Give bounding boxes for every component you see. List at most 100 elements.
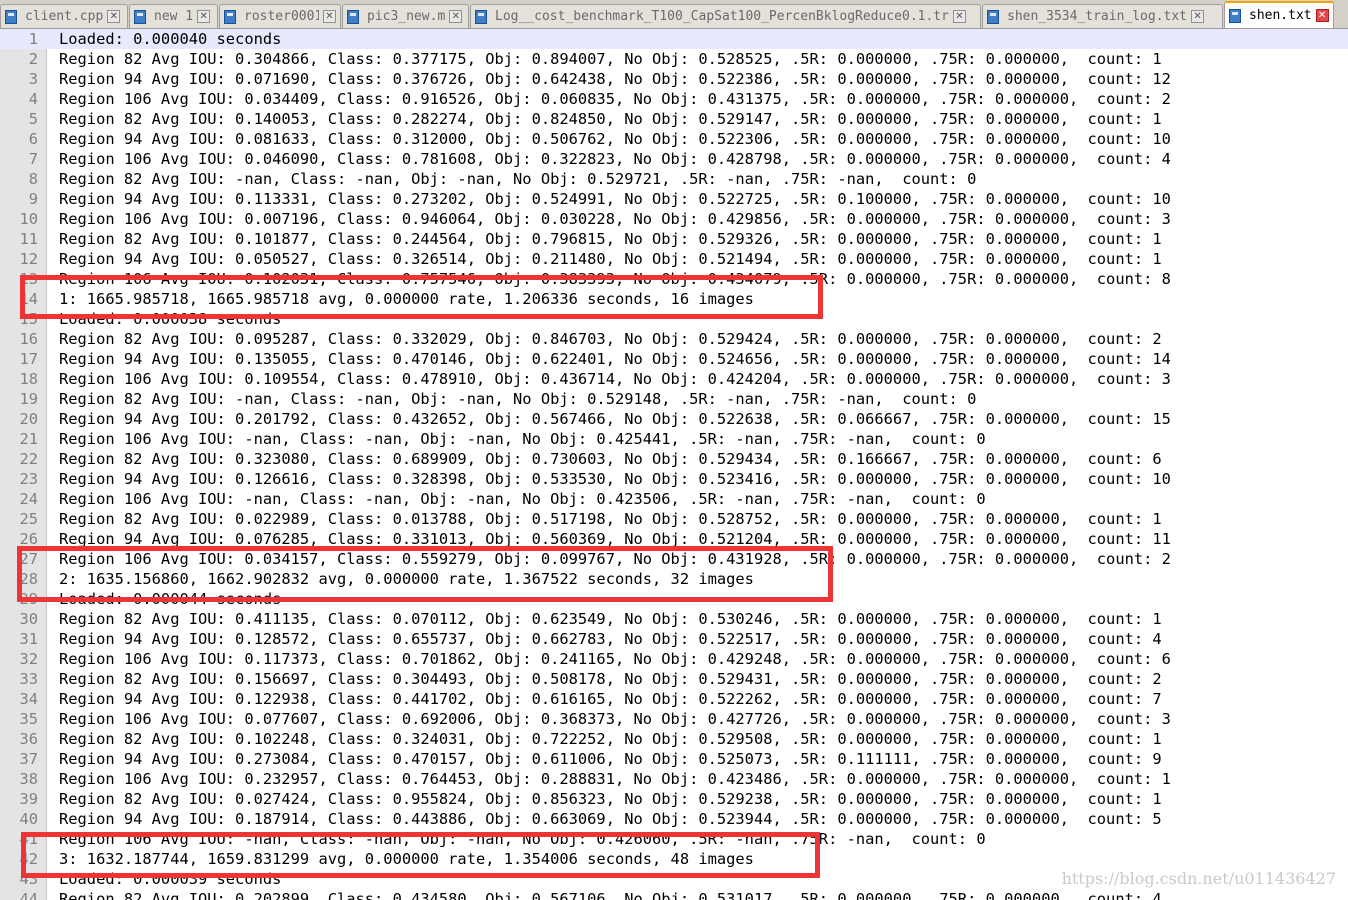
editor-line[interactable]: 39 Region 82 Avg IOU: 0.027424, Class: 0.… [0, 789, 1348, 809]
editor-line[interactable]: 12 Region 94 Avg IOU: 0.050527, Class: 0.… [0, 249, 1348, 269]
tab-5[interactable]: Log__cost_benchmark_T100_CapSat100_Perce… [470, 4, 981, 28]
editor-line[interactable]: 28 2: 1635.156860, 1662.902832 avg, 0.000… [0, 569, 1348, 589]
editor-line[interactable]: 32 Region 106 Avg IOU: 0.117373, Class: 0… [0, 649, 1348, 669]
editor-line[interactable]: 44 Region 82 Avg IOU: 0.202899, Class: 0.… [0, 889, 1348, 900]
close-tab-icon[interactable]: ✕ [107, 10, 121, 23]
line-text: Loaded: 0.000044 seconds [59, 590, 282, 608]
line-number: 31 [19, 630, 38, 648]
editor-line[interactable]: 40 Region 94 Avg IOU: 0.187914, Class: 0.… [0, 809, 1348, 829]
editor-line[interactable]: 21 Region 106 Avg IOU: -nan, Class: -nan,… [0, 429, 1348, 449]
editor-line[interactable]: 20 Region 94 Avg IOU: 0.201792, Class: 0.… [0, 409, 1348, 429]
file-save-icon [134, 9, 146, 24]
editor-line[interactable]: 6 Region 94 Avg IOU: 0.081633, Class: 0.3… [0, 129, 1348, 149]
tab-label: roster0001 [244, 9, 319, 24]
close-tab-icon[interactable]: ✕ [1191, 10, 1205, 23]
close-tab-icon[interactable]: ✕ [197, 10, 211, 23]
editor-line[interactable]: 37 Region 94 Avg IOU: 0.273084, Class: 0.… [0, 749, 1348, 769]
editor-line[interactable]: 9 Region 94 Avg IOU: 0.113331, Class: 0.2… [0, 189, 1348, 209]
line-number: 25 [19, 510, 38, 528]
line-text: Region 106 Avg IOU: 0.102031, Class: 0.7… [59, 270, 1171, 288]
line-text: Region 94 Avg IOU: 0.076285, Class: 0.33… [59, 530, 1171, 548]
line-text: Region 94 Avg IOU: 0.187914, Class: 0.44… [59, 810, 1162, 828]
editor-line[interactable]: 7 Region 106 Avg IOU: 0.046090, Class: 0.… [0, 149, 1348, 169]
line-number: 29 [19, 590, 38, 608]
editor-line[interactable]: 42 3: 1632.187744, 1659.831299 avg, 0.000… [0, 849, 1348, 869]
editor-line[interactable]: 27 Region 106 Avg IOU: 0.034157, Class: 0… [0, 549, 1348, 569]
line-number: 12 [19, 250, 38, 268]
editor-line[interactable]: 41 Region 106 Avg IOU: -nan, Class: -nan,… [0, 829, 1348, 849]
editor-line[interactable]: 11 Region 82 Avg IOU: 0.101877, Class: 0.… [0, 229, 1348, 249]
line-number: 28 [19, 570, 38, 588]
editor-line[interactable]: 36 Region 82 Avg IOU: 0.102248, Class: 0.… [0, 729, 1348, 749]
editor-line[interactable]: 1 Loaded: 0.000040 seconds [0, 29, 1348, 49]
line-text: Region 82 Avg IOU: -nan, Class: -nan, Ob… [59, 170, 977, 188]
editor-line[interactable]: 19 Region 82 Avg IOU: -nan, Class: -nan, … [0, 389, 1348, 409]
line-text: Region 106 Avg IOU: 0.046090, Class: 0.7… [59, 150, 1171, 168]
line-text: Region 106 Avg IOU: -nan, Class: -nan, O… [59, 490, 986, 508]
editor-line[interactable]: 3 Region 94 Avg IOU: 0.071690, Class: 0.3… [0, 69, 1348, 89]
tab-3[interactable]: roster0001 ✕ [219, 4, 341, 28]
text-editor[interactable]: 1 Loaded: 0.000040 seconds 2 Region 82 Avg … [0, 29, 1348, 900]
tab-bar: client.cpp ✕ new 1 ✕ roster0001 ✕ pic3_new.m ✕ L… [0, 0, 1348, 29]
line-number: 27 [19, 550, 38, 568]
tab-1[interactable]: client.cpp ✕ [0, 4, 128, 28]
line-text: 2: 1635.156860, 1662.902832 avg, 0.00000… [59, 570, 754, 588]
editor-line[interactable]: 22 Region 82 Avg IOU: 0.323080, Class: 0.… [0, 449, 1348, 469]
editor-line[interactable]: 14 1: 1665.985718, 1665.985718 avg, 0.000… [0, 289, 1348, 309]
editor-line[interactable]: 35 Region 106 Avg IOU: 0.077607, Class: 0… [0, 709, 1348, 729]
editor-line[interactable]: 5 Region 82 Avg IOU: 0.140053, Class: 0.2… [0, 109, 1348, 129]
file-save-icon [224, 9, 236, 24]
editor-line[interactable]: 34 Region 94 Avg IOU: 0.122938, Class: 0.… [0, 689, 1348, 709]
editor-line[interactable]: 13 Region 106 Avg IOU: 0.102031, Class: 0… [0, 269, 1348, 289]
line-number: 1 [28, 30, 38, 48]
line-text: Region 106 Avg IOU: -nan, Class: -nan, O… [59, 430, 986, 448]
editor-line[interactable]: 18 Region 106 Avg IOU: 0.109554, Class: 0… [0, 369, 1348, 389]
line-number: 41 [19, 830, 38, 848]
line-number: 36 [19, 730, 38, 748]
editor-line[interactable]: 29 Loaded: 0.000044 seconds [0, 589, 1348, 609]
editor-line[interactable]: 24 Region 106 Avg IOU: -nan, Class: -nan,… [0, 489, 1348, 509]
line-number: 26 [19, 530, 38, 548]
line-text: 1: 1665.985718, 1665.985718 avg, 0.00000… [59, 290, 754, 308]
editor-line[interactable]: 30 Region 82 Avg IOU: 0.411135, Class: 0.… [0, 609, 1348, 629]
editor-line[interactable]: 38 Region 106 Avg IOU: 0.232957, Class: 0… [0, 769, 1348, 789]
editor-line[interactable]: 15 Loaded: 0.000038 seconds [0, 309, 1348, 329]
line-text: Region 94 Avg IOU: 0.126616, Class: 0.32… [59, 470, 1171, 488]
line-number: 6 [28, 130, 38, 148]
line-number: 15 [19, 310, 38, 328]
line-text: Region 82 Avg IOU: 0.102248, Class: 0.32… [59, 730, 1162, 748]
tab-label: client.cpp [25, 9, 104, 24]
file-save-icon [1229, 8, 1241, 23]
line-number: 24 [19, 490, 38, 508]
line-number: 11 [19, 230, 38, 248]
editor-line[interactable]: 4 Region 106 Avg IOU: 0.034409, Class: 0.… [0, 89, 1348, 109]
line-text: Region 94 Avg IOU: 0.273084, Class: 0.47… [59, 750, 1162, 768]
editor-line[interactable]: 33 Region 82 Avg IOU: 0.156697, Class: 0.… [0, 669, 1348, 689]
tab-4[interactable]: pic3_new.m ✕ [342, 4, 469, 28]
tab-6[interactable]: shen_3534_train_log.txt ✕ [982, 4, 1223, 28]
editor-line[interactable]: 10 Region 106 Avg IOU: 0.007196, Class: 0… [0, 209, 1348, 229]
editor-line[interactable]: 23 Region 94 Avg IOU: 0.126616, Class: 0.… [0, 469, 1348, 489]
tab-2[interactable]: new 1 ✕ [129, 4, 218, 28]
line-number: 21 [19, 430, 38, 448]
close-tab-icon[interactable]: ✕ [952, 10, 966, 23]
line-number: 40 [19, 810, 38, 828]
line-number: 16 [19, 330, 38, 348]
line-text: Region 94 Avg IOU: 0.122938, Class: 0.44… [59, 690, 1162, 708]
file-save-icon [347, 9, 359, 24]
close-tab-icon[interactable]: ✕ [1315, 9, 1329, 22]
editor-line[interactable]: 26 Region 94 Avg IOU: 0.076285, Class: 0.… [0, 529, 1348, 549]
line-text: 3: 1632.187744, 1659.831299 avg, 0.00000… [59, 850, 754, 868]
editor-line[interactable]: 8 Region 82 Avg IOU: -nan, Class: -nan, O… [0, 169, 1348, 189]
tab-7[interactable]: shen.txt ✕ [1224, 1, 1334, 28]
editor-line[interactable]: 17 Region 94 Avg IOU: 0.135055, Class: 0.… [0, 349, 1348, 369]
close-tab-icon[interactable]: ✕ [449, 10, 463, 23]
line-text: Region 106 Avg IOU: 0.034157, Class: 0.5… [59, 550, 1171, 568]
editor-line[interactable]: 31 Region 94 Avg IOU: 0.128572, Class: 0.… [0, 629, 1348, 649]
editor-line[interactable]: 16 Region 82 Avg IOU: 0.095287, Class: 0.… [0, 329, 1348, 349]
line-number: 4 [28, 90, 38, 108]
editor-line[interactable]: 25 Region 82 Avg IOU: 0.022989, Class: 0.… [0, 509, 1348, 529]
editor-line[interactable]: 2 Region 82 Avg IOU: 0.304866, Class: 0.3… [0, 49, 1348, 69]
line-number: 39 [19, 790, 38, 808]
close-tab-icon[interactable]: ✕ [323, 10, 336, 23]
